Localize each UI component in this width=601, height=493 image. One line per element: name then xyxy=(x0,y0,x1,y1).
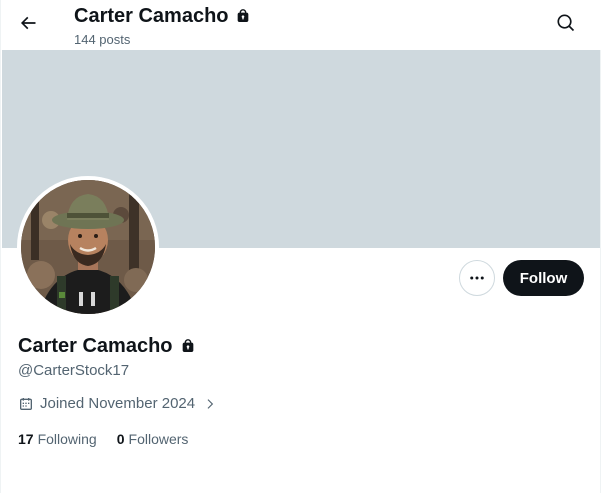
following-label: Following xyxy=(37,431,97,447)
following-count: 17 xyxy=(18,431,34,447)
follow-stats: 17 Following 0 Followers xyxy=(18,430,188,448)
back-button[interactable] xyxy=(11,6,45,40)
search-button[interactable] xyxy=(549,6,583,40)
chevron-right-icon xyxy=(207,399,214,409)
header-name: Carter Camacho xyxy=(74,5,229,27)
profile-header: Carter Camacho 144 posts xyxy=(1,0,601,50)
more-dots-icon xyxy=(470,276,484,280)
profile-name: Carter Camacho xyxy=(18,333,196,359)
joined-text: Joined November 2024 xyxy=(40,395,196,412)
follow-button[interactable]: Follow xyxy=(503,260,584,296)
profile-handle: @CarterStock17 xyxy=(18,362,130,379)
avatar-photo xyxy=(21,180,155,314)
arrow-left-icon xyxy=(20,16,36,30)
calendar-icon xyxy=(20,398,32,410)
profile-display-name: Carter Camacho xyxy=(18,335,173,357)
joined-date[interactable]: Joined November 2024 xyxy=(18,395,217,413)
more-options-button[interactable] xyxy=(459,260,495,296)
header-title: Carter Camacho xyxy=(74,4,251,28)
lock-icon xyxy=(237,9,248,22)
followers-count: 0 xyxy=(116,431,125,447)
posts-count: 144 posts xyxy=(74,32,131,47)
lock-icon xyxy=(182,339,193,352)
following-link[interactable]: 17 Following xyxy=(18,430,97,448)
avatar[interactable] xyxy=(17,176,159,318)
search-icon xyxy=(557,14,575,32)
followers-label: Followers xyxy=(128,431,189,447)
profile-page: Carter Camacho 144 posts Follow Carter C… xyxy=(0,0,601,493)
followers-link[interactable]: 0 Followers xyxy=(117,430,189,448)
